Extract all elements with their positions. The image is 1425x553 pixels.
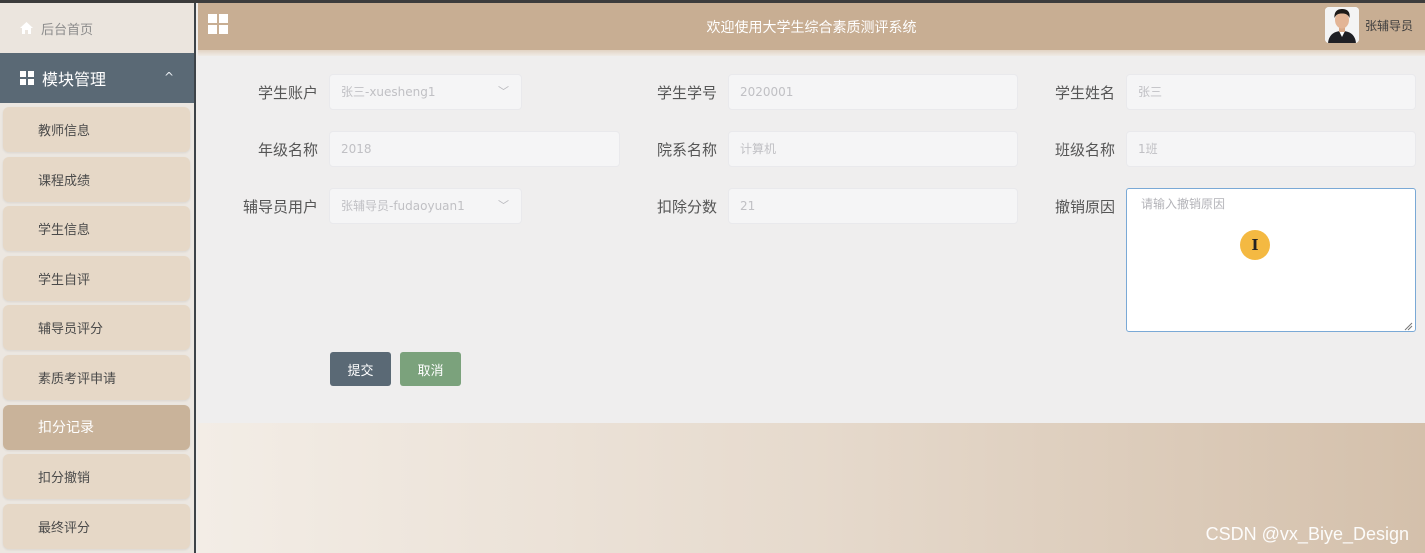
grade-name-field[interactable]: 2018 (329, 131, 620, 167)
sidebar-item-label: 素质考评申请 (38, 371, 117, 387)
resize-grip-icon[interactable] (1404, 320, 1413, 331)
deducted-points-label: 扣除分数 (656, 198, 717, 216)
sidebar-item-final-score[interactable]: 最终评分 (3, 503, 190, 549)
student-account-select[interactable]: 张三-xuesheng1 ﹀ (329, 74, 522, 110)
chevron-up-icon[interactable]: ^ (164, 70, 174, 84)
grid-icon (20, 71, 34, 85)
sidebar-module-header[interactable]: 模块管理 ^ (0, 53, 194, 103)
class-name-field[interactable]: 1班 (1126, 131, 1416, 167)
revoke-reason-label: 撤销原因 (1054, 198, 1115, 216)
page-title: 欢迎使用大学生综合素质测评系统 (706, 20, 917, 36)
student-no-field[interactable]: 2020001 (728, 74, 1018, 110)
home-icon (20, 22, 33, 34)
student-name-field[interactable]: 张三 (1126, 74, 1416, 110)
chevron-down-icon: ﹀ (498, 85, 509, 98)
sidebar-module-label: 模块管理 (42, 70, 107, 89)
counselor-user-value: 张辅导员-fudaoyuan1 (341, 199, 465, 213)
sidebar-item-label: 教师信息 (38, 124, 91, 139)
sidebar-item-deduction-revoke[interactable]: 扣分撤销 (3, 454, 190, 500)
revoke-reason-placeholder: 请输入撤销原因 (1141, 197, 1226, 211)
student-name-value: 张三 (1138, 85, 1163, 99)
department-name-field[interactable]: 计算机 (728, 131, 1018, 167)
chevron-down-icon: ﹀ (498, 199, 509, 212)
grade-name-value: 2018 (341, 142, 372, 156)
student-name-label: 学生姓名 (1054, 84, 1115, 102)
user-menu[interactable]: 张辅导员 (1324, 7, 1413, 43)
sidebar-item-label: 扣分记录 (38, 420, 94, 437)
top-header: 欢迎使用大学生综合素质测评系统 张辅导员 (198, 3, 1425, 50)
sidebar-menu: 教师信息 课程成绩 学生信息 学生自评 辅导员评分 素质考评申请 扣分记录 扣分… (0, 103, 194, 549)
sidebar-item-counselor-score[interactable]: 辅导员评分 (3, 305, 190, 351)
cancel-button[interactable]: 取消 (400, 352, 461, 386)
sidebar-home-link[interactable]: 后台首页 (0, 3, 194, 53)
student-no-value: 2020001 (740, 85, 794, 99)
class-name-value: 1班 (1138, 142, 1158, 156)
sidebar-item-label: 辅导员评分 (38, 322, 104, 338)
sidebar-item-deduction-records[interactable]: 扣分记录 (3, 404, 190, 450)
deducted-points-field[interactable]: 21 (728, 188, 1018, 224)
sidebar-item-label: 扣分撤销 (38, 471, 91, 487)
sidebar-item-label: 课程成绩 (38, 173, 91, 189)
counselor-user-select[interactable]: 张辅导员-fudaoyuan1 ﹀ (329, 188, 522, 224)
counselor-user-label: 辅导员用户 (242, 198, 318, 216)
sidebar-item-label: 学生信息 (38, 223, 91, 239)
student-no-label: 学生学号 (656, 84, 717, 102)
sidebar-item-self-evaluation[interactable]: 学生自评 (3, 255, 190, 301)
submit-button[interactable]: 提交 (330, 352, 391, 386)
avatar (1324, 7, 1359, 43)
revoke-reason-textarea[interactable]: 请输入撤销原因 (1126, 188, 1416, 332)
deduction-revoke-form: 学生账户 张三-xuesheng1 ﹀ 学生学号 2020001 学生姓名 张三… (198, 56, 1425, 423)
sidebar-item-label: 最终评分 (38, 520, 91, 536)
deducted-points-value: 21 (740, 199, 756, 213)
department-name-label: 院系名称 (656, 141, 717, 159)
sidebar-item-quality-application[interactable]: 素质考评申请 (3, 354, 190, 400)
username-label: 张辅导员 (1364, 18, 1413, 33)
department-name-value: 计算机 (740, 142, 777, 156)
content-footer-area: CSDN @vx_Biye_Design (198, 423, 1425, 553)
watermark: CSDN @vx_Biye_Design (1205, 524, 1409, 544)
sidebar-item-teacher-info[interactable]: 教师信息 (3, 107, 190, 152)
sidebar-item-student-info[interactable]: 学生信息 (3, 206, 190, 252)
sidebar-home-label: 后台首页 (41, 22, 94, 38)
sidebar-item-course-grades[interactable]: 课程成绩 (3, 156, 190, 202)
sidebar-item-label: 学生自评 (38, 272, 91, 288)
student-account-value: 张三-xuesheng1 (341, 85, 436, 99)
class-name-label: 班级名称 (1054, 141, 1115, 159)
grade-name-label: 年级名称 (257, 141, 318, 159)
student-account-label: 学生账户 (257, 84, 318, 102)
sidebar: 后台首页 模块管理 ^ 教师信息 课程成绩 学生信息 学生自评 辅导员评分 素质… (0, 3, 196, 553)
text-cursor-icon: I (1240, 230, 1270, 260)
